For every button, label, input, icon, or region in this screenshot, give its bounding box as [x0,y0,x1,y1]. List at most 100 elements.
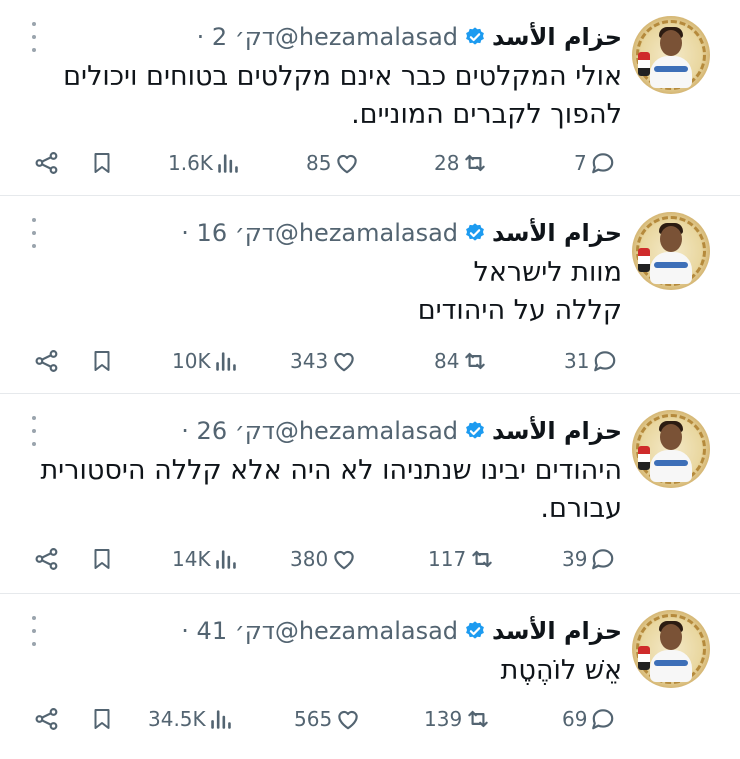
reply-icon [591,153,614,174]
reply-button[interactable]: 69 [562,702,617,736]
likes-count: 343 [290,349,329,373]
tweet-actions: 10K 343 84 31 [0,344,740,378]
retweet-button[interactable]: 139 [424,702,492,736]
views-count: 14K [172,547,211,571]
author-name[interactable]: حزام الأسد [492,417,622,445]
like-icon [338,710,358,730]
retweets-count: 28 [434,151,460,175]
tweet-header: حزام الأسد @hezamalasad · 41 דק׳ [181,616,622,646]
verified-badge-icon [466,27,484,45]
tweet-text: היהודים יבינו שנתניהו לא היה אלא קללה הי… [0,452,622,528]
reply-button[interactable]: 7 [574,146,617,180]
tweet[interactable]: حزام الأسد @hezamalasad · 41 דק׳ אֵשׁ לו… [0,594,740,759]
share-button[interactable] [34,344,60,378]
bookmark-icon [94,153,110,173]
retweet-button[interactable]: 117 [428,542,496,576]
bookmark-icon [94,549,110,569]
bookmark-button[interactable] [90,146,114,180]
tweet-text-line: עבורם. [540,493,622,524]
author-name[interactable]: حزام الأسد [492,23,622,51]
reply-button[interactable]: 31 [564,344,619,378]
tweet-time[interactable]: · 26 דק׳ [181,417,275,445]
tweet-text: אֵשׁ לוֹהֶטֶת [32,652,622,690]
like-button[interactable]: 565 [294,702,362,736]
like-button[interactable]: 343 [290,344,358,378]
more-options-icon[interactable] [30,22,38,52]
replies-count: 31 [564,349,590,373]
tweet-text: אולי המקלטים כבר אינם מקלטים בטוחים ויכו… [32,58,622,134]
views-count: 10K [172,349,211,373]
tweet[interactable]: حزام الأسد @hezamalasad · 26 דק׳ היהודים… [0,394,740,594]
tweet-text-line: מוות לישראל [473,257,622,288]
reply-icon [592,709,614,730]
bookmark-icon [94,709,110,729]
more-options-icon[interactable] [30,616,38,646]
tweet-actions: 34.5K 565 139 69 [0,702,740,736]
like-button[interactable]: 380 [290,542,358,576]
tweet-time[interactable]: · 16 דק׳ [181,219,275,247]
tweet-header: حزام الأسد @hezamalasad · 2 דק׳ [197,22,622,52]
replies-count: 39 [562,547,588,571]
tweet[interactable]: حزام الأسد @hezamalasad · 2 דק׳ אולי המק… [0,0,740,196]
retweet-button[interactable]: 28 [434,146,489,180]
share-icon [35,548,58,570]
author-handle[interactable]: @hezamalasad [275,417,458,445]
retweet-icon [468,710,488,728]
views-button[interactable]: 34.5K [148,702,234,736]
views-button[interactable]: 10K [172,344,239,378]
author-name[interactable]: حزام الأسد [492,219,622,247]
tweet-actions: 14K 380 117 39 [0,542,740,576]
tweet-text-line: אֵשׁ לוֹהֶטֶת [500,655,622,686]
tweet-time[interactable]: · 41 דק׳ [181,617,275,645]
retweets-count: 84 [434,349,460,373]
retweet-icon [465,352,486,370]
share-button[interactable] [34,146,60,180]
bookmark-button[interactable] [90,702,114,736]
likes-count: 565 [294,707,333,731]
tweet-header: حزام الأسد @hezamalasad · 16 דק׳ [181,218,622,248]
tweet-text-line: היהודים יבינו שנתניהו לא היה אלא קללה הי… [40,455,622,486]
replies-count: 69 [562,707,588,731]
profile-avatar[interactable] [632,410,710,488]
replies-count: 7 [574,151,587,175]
views-count: 34.5K [148,707,206,731]
tweet-text: מוות לישראל קללה על היהודים [32,254,622,330]
like-icon [334,550,354,570]
reply-button[interactable]: 39 [562,542,617,576]
retweet-icon [472,550,492,568]
author-handle[interactable]: @hezamalasad [275,617,458,645]
retweet-button[interactable]: 84 [434,344,489,378]
like-button[interactable]: 85 [306,146,361,180]
bookmark-button[interactable] [90,542,114,576]
like-icon [334,352,354,372]
tweet-text-line: אולי המקלטים כבר אינם מקלטים בטוחים ויכו… [63,61,622,92]
more-options-icon[interactable] [30,416,38,446]
profile-avatar[interactable] [632,212,710,290]
share-button[interactable] [34,542,60,576]
author-handle[interactable]: @hezamalasad [275,219,458,247]
views-icon [215,352,236,371]
verified-badge-icon [466,621,484,639]
views-button[interactable]: 14K [172,542,239,576]
share-icon [35,350,58,372]
views-button[interactable]: 1.6K [168,146,241,180]
share-icon [35,708,58,730]
likes-count: 380 [290,547,329,571]
tweet-header: حزام الأسد @hezamalasad · 26 דק׳ [181,416,622,446]
reply-icon [592,549,614,570]
profile-avatar[interactable] [632,16,710,94]
likes-count: 85 [306,151,332,175]
profile-avatar[interactable] [632,610,710,688]
share-button[interactable] [34,702,60,736]
tweet-time[interactable]: · 2 דק׳ [197,23,275,51]
retweet-icon [465,154,486,172]
author-handle[interactable]: @hezamalasad [275,23,458,51]
tweet[interactable]: حزام الأسد @hezamalasad · 16 דק׳ מוות לי… [0,196,740,394]
views-icon [215,550,236,569]
more-options-icon[interactable] [30,218,38,248]
author-name[interactable]: حزام الأسد [492,617,622,645]
like-icon [337,154,358,174]
verified-badge-icon [466,421,484,439]
bookmark-button[interactable] [90,344,114,378]
tweet-text-line: קללה על היהודים [417,295,622,326]
